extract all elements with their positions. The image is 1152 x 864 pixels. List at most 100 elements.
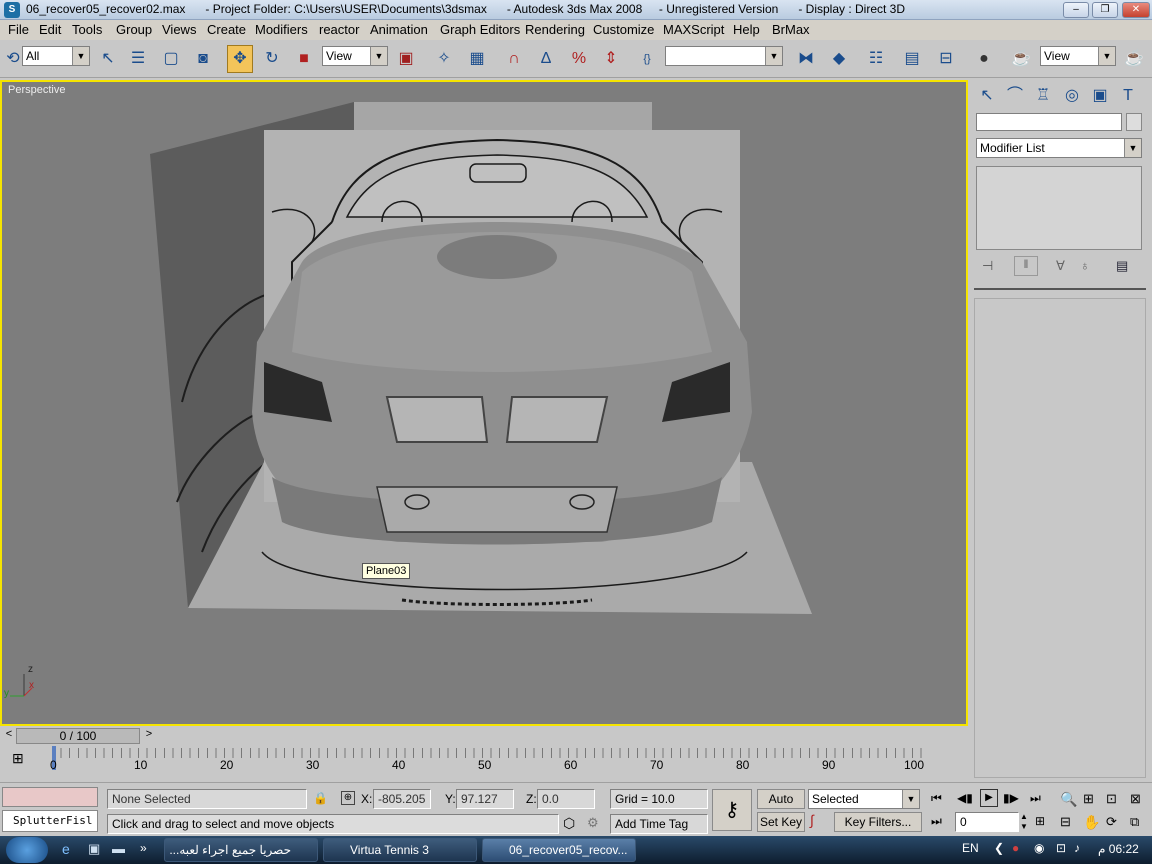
rect-selection-region-icon[interactable]: ▢ [158, 45, 184, 73]
minimize-button[interactable]: – [1063, 2, 1089, 18]
more-quicklaunch-icon[interactable]: » [140, 841, 147, 855]
modify-tab-icon[interactable]: ⌒ [1002, 82, 1028, 110]
time-configuration-icon[interactable]: ⊞ [1035, 814, 1045, 828]
percent-snap-icon[interactable]: % [566, 45, 592, 73]
named-selection-sets-dropdown[interactable]: ▼ [665, 46, 783, 66]
close-button[interactable]: ✕ [1122, 2, 1150, 18]
create-tab-icon[interactable]: ↖ [974, 82, 1000, 110]
render-view-dropdown[interactable]: View ▼ [1040, 46, 1116, 66]
hierarchy-tab-icon[interactable]: ♖ [1030, 82, 1056, 110]
set-key-big-icon[interactable]: ⚷ [712, 789, 752, 831]
next-key-icon[interactable]: ▮▶ [1003, 791, 1019, 805]
schematic-view-icon[interactable]: ⊟ [933, 45, 959, 73]
taskbar-item-browser[interactable]: حصريا جميع اجراء لعبه... [164, 838, 318, 862]
render-setup-icon[interactable]: ☕ [1008, 45, 1034, 73]
modifier-list-dropdown[interactable]: Modifier List ▼ [976, 138, 1142, 158]
make-unique-icon[interactable]: ∀ [1056, 258, 1065, 274]
menu-tools[interactable]: Tools [72, 22, 102, 37]
set-key-button[interactable]: Set Key [757, 812, 805, 832]
auto-key-button[interactable]: Auto Key [757, 789, 805, 824]
angle-snap-icon[interactable]: ∆ [533, 45, 559, 73]
frame-slider-thumb[interactable]: 0 / 100 [16, 728, 140, 744]
explorer-quicklaunch-icon[interactable]: ▣ [88, 841, 100, 857]
menu-create[interactable]: Create [207, 22, 246, 37]
track-bar[interactable]: ⊞ 0 10 20 30 40 50 60 70 80 90 100 [0, 746, 968, 782]
menu-views[interactable]: Views [162, 22, 196, 37]
pivot-center-icon[interactable]: ▣ [393, 45, 419, 73]
menu-file[interactable]: File [8, 22, 29, 37]
select-by-name-icon[interactable]: ☰ [125, 45, 151, 73]
display-tab-icon[interactable]: ▣ [1087, 82, 1113, 110]
key-mode-dropdown[interactable]: Selected ▼ [808, 789, 920, 809]
menu-maxscript[interactable]: MAXScript [663, 22, 724, 37]
security-tray-icon[interactable]: ● [1012, 841, 1019, 855]
menu-animation[interactable]: Animation [370, 22, 428, 37]
show-end-result-icon[interactable]: ‖ [1014, 256, 1038, 276]
material-editor-icon[interactable]: ● [971, 45, 997, 73]
pin-stack-icon[interactable]: ⊣ [982, 258, 993, 274]
menu-customize[interactable]: Customize [593, 22, 654, 37]
language-indicator[interactable]: EN [962, 841, 979, 855]
motion-tab-icon[interactable]: ◎ [1059, 82, 1085, 110]
select-and-rotate-icon[interactable]: ↻ [259, 45, 285, 73]
perspective-viewport[interactable]: Perspective z x y Plane03 [0, 80, 968, 726]
go-to-end-icon[interactable]: ⏭ [1030, 791, 1041, 806]
keyboard-shortcut-override-icon[interactable]: ▦ [464, 45, 490, 73]
select-object-icon[interactable]: ↖ [95, 45, 121, 73]
absolute-mode-icon[interactable]: ⊕ [341, 791, 355, 805]
utilities-tab-icon[interactable]: T [1115, 82, 1141, 110]
menu-rendering[interactable]: Rendering [525, 22, 585, 37]
maxscript-listener-white[interactable]: SplutterFisl [2, 810, 98, 832]
system-clock[interactable]: 06:22 م [1098, 842, 1139, 856]
mirror-icon[interactable]: ⧓ [793, 45, 819, 73]
menu-brmax[interactable]: BrMax [772, 22, 810, 37]
start-button[interactable] [6, 837, 48, 863]
modifier-stack-list[interactable] [976, 166, 1142, 250]
snaps-toggle-icon[interactable]: ∩ [501, 45, 527, 73]
selection-filter-dropdown[interactable]: All ▼ [22, 46, 90, 66]
zoom-all-icon[interactable]: ⊞ [1083, 791, 1094, 807]
window-crossing-icon[interactable]: ◙ [190, 45, 216, 73]
tray-expand-icon[interactable]: ❮ [994, 841, 1004, 855]
menu-help[interactable]: Help [733, 22, 760, 37]
lock-selection-icon[interactable]: 🔒 [313, 791, 328, 805]
time-tag-icon[interactable]: ⚙ [587, 815, 599, 831]
key-filters-button[interactable]: Key Filters... [834, 812, 922, 832]
select-and-manipulate-icon[interactable]: ✧ [431, 45, 457, 73]
key-mode-toggle-icon[interactable]: ⏭ [931, 814, 942, 829]
maximize-button[interactable]: ❐ [1092, 2, 1118, 18]
add-time-tag-button[interactable]: Add Time Tag [610, 814, 708, 834]
remove-modifier-icon[interactable]: ♁ [1080, 258, 1090, 273]
edit-named-selection-icon[interactable]: {} [634, 45, 660, 73]
spinner-snap-icon[interactable]: ⇕ [598, 45, 624, 73]
tray-app-icon[interactable]: ◉ [1034, 841, 1044, 855]
field-of-view-icon[interactable]: ⊟ [1060, 814, 1071, 830]
network-tray-icon[interactable]: ⊡ [1056, 841, 1066, 855]
arc-rotate-icon[interactable]: ⟳ [1106, 814, 1117, 830]
select-and-move-icon[interactable]: ✥ [227, 45, 253, 73]
zoom-extents-icon[interactable]: ⊡ [1106, 791, 1117, 807]
go-to-start-icon[interactable]: ⏮ [931, 791, 942, 806]
menu-group[interactable]: Group [116, 22, 152, 37]
current-frame-field[interactable]: 0 [955, 812, 1019, 832]
menu-reactor[interactable]: reactor [319, 22, 359, 37]
default-tangents-icon[interactable]: ∫ [810, 812, 814, 828]
menu-edit[interactable]: Edit [39, 22, 61, 37]
reference-coordinate-dropdown[interactable]: View ▼ [322, 46, 388, 66]
maxscript-listener-pink[interactable] [2, 787, 98, 807]
frame-spinner-icon[interactable]: ▲ ▼ [1020, 812, 1030, 832]
z-coordinate-field[interactable]: 0.0 [537, 789, 595, 809]
taskbar-item-3dsmax[interactable]: 06_recover05_recov... [482, 838, 636, 862]
object-name-field[interactable] [976, 113, 1122, 131]
align-icon[interactable]: ◆ [826, 45, 852, 73]
configure-modifier-sets-icon[interactable]: ▤ [1116, 258, 1128, 274]
adaptive-degradation-icon[interactable]: ⬡ [563, 815, 575, 832]
menu-modifiers[interactable]: Modifiers [255, 22, 308, 37]
menu-graph-editors[interactable]: Graph Editors [440, 22, 520, 37]
zoom-extents-all-icon[interactable]: ⊠ [1130, 791, 1141, 807]
y-coordinate-field[interactable]: 97.127 [456, 789, 514, 809]
play-icon[interactable]: ▶ [980, 789, 998, 807]
show-desktop-icon[interactable]: ▬ [112, 841, 125, 856]
curve-editor-icon[interactable]: ▤ [899, 45, 925, 73]
zoom-icon[interactable]: 🔍 [1060, 791, 1077, 808]
